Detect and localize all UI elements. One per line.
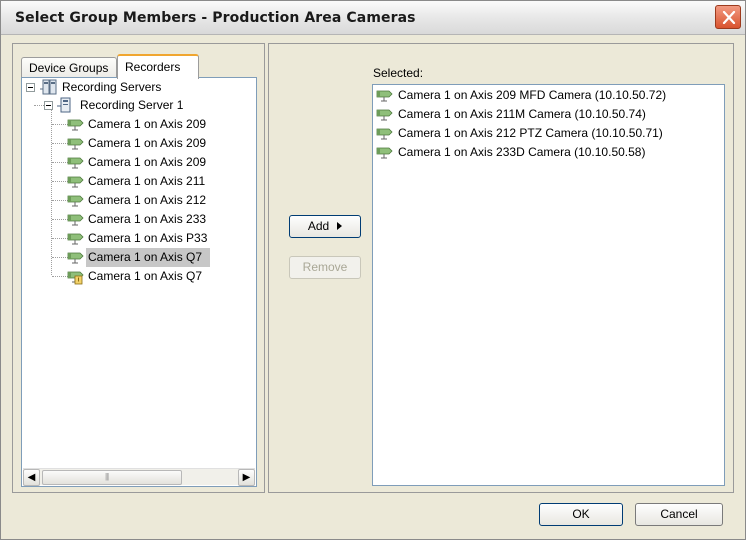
camera-icon	[67, 233, 84, 245]
tree-connector	[51, 108, 52, 275]
camera-icon	[67, 214, 84, 226]
remove-button[interactable]: Remove	[289, 256, 361, 279]
list-item-label: Camera 1 on Axis 209 MFD Camera (10.10.5…	[398, 88, 667, 102]
tree-node-label: Camera 1 on Axis 233	[88, 212, 207, 226]
tab-device-groups[interactable]: Device Groups	[21, 57, 117, 78]
dialog-body: Device Groups Recorders Recording Server…	[6, 37, 742, 537]
scroll-right-button[interactable]: ▶	[238, 469, 255, 486]
tree-node-label: Recording Servers	[62, 80, 162, 94]
dialog-footer: OK Cancel	[6, 495, 742, 537]
camera-icon	[67, 176, 84, 188]
selected-list[interactable]: Camera 1 on Axis 209 MFD Camera (10.10.5…	[372, 84, 725, 486]
dialog-title: Select Group Members - Production Area C…	[15, 10, 416, 26]
camera-icon	[67, 138, 84, 150]
tree-node-label: Camera 1 on Axis 209	[88, 117, 207, 131]
scroll-left-button[interactable]: ◀	[23, 469, 40, 486]
remove-button-label: Remove	[302, 260, 348, 274]
cancel-button[interactable]: Cancel	[635, 503, 723, 526]
left-pane: Device Groups Recorders Recording Server…	[12, 43, 265, 493]
camera-icon	[67, 252, 84, 264]
camera-icon	[67, 119, 84, 131]
camera-icon	[376, 109, 393, 121]
arrow-right-icon	[337, 221, 343, 230]
add-button[interactable]: Add	[289, 215, 361, 238]
list-item-label: Camera 1 on Axis 211M Camera (10.10.50.7…	[398, 107, 646, 121]
collapse-icon[interactable]	[26, 83, 35, 92]
title-bar: Select Group Members - Production Area C…	[1, 1, 745, 35]
tree-node-label: Camera 1 on Axis Q7	[88, 250, 203, 264]
tree-node-label: Camera 1 on Axis 209	[88, 155, 207, 169]
list-item-label: Camera 1 on Axis 212 PTZ Camera (10.10.5…	[398, 126, 663, 140]
dialog-window: Select Group Members - Production Area C…	[0, 0, 746, 540]
tree-node-label: Camera 1 on Axis P33	[88, 231, 208, 245]
servers-icon	[40, 79, 57, 95]
close-button[interactable]	[715, 5, 741, 29]
tree-node-label: Camera 1 on Axis 212	[88, 193, 207, 207]
camera-icon	[67, 157, 84, 169]
collapse-icon[interactable]	[44, 101, 53, 110]
camera-icon	[376, 128, 393, 140]
grip-icon: |||	[105, 472, 109, 481]
tree-node-label: Camera 1 on Axis 211	[88, 174, 206, 188]
close-icon	[722, 11, 736, 24]
recorders-tree[interactable]: Recording Servers Recording Server 1 Cam…	[21, 77, 257, 487]
camera-icon	[67, 195, 84, 207]
add-button-label: Add	[307, 219, 330, 233]
camera-icon	[376, 90, 393, 102]
tab-recorders[interactable]: Recorders	[117, 54, 199, 79]
selected-label: Selected:	[373, 66, 424, 80]
server-icon	[57, 97, 71, 113]
scroll-thumb[interactable]: |||	[42, 470, 182, 485]
ok-button[interactable]: OK	[539, 503, 623, 526]
right-pane: Add Remove Selected: Camera 1 on Axis 20…	[268, 43, 734, 493]
camera-icon	[376, 147, 393, 159]
camera-warning-icon	[67, 271, 84, 285]
tree-node-label: Recording Server 1	[80, 98, 184, 112]
horizontal-scrollbar[interactable]: ◀ ||| ▶	[23, 468, 255, 486]
tree-node-label: Camera 1 on Axis 209	[88, 136, 207, 150]
list-item-label: Camera 1 on Axis 233D Camera (10.10.50.5…	[398, 145, 646, 159]
tree-node-label: Camera 1 on Axis Q7	[88, 269, 203, 283]
